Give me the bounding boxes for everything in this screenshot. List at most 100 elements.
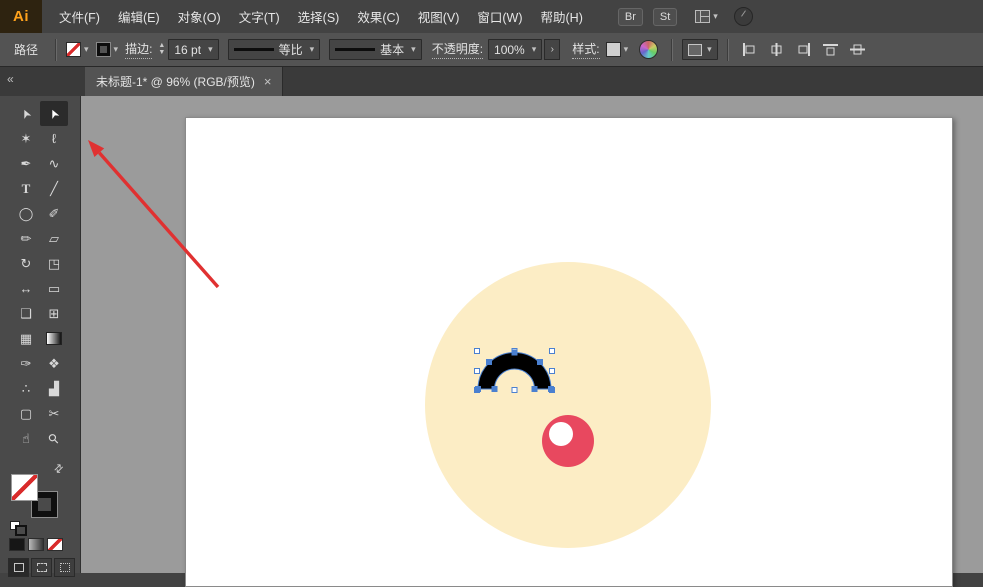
- chevron-down-icon: ▾: [114, 45, 119, 54]
- horizontal-align-right-icon[interactable]: [796, 43, 811, 56]
- chevron-down-icon: ▾: [713, 12, 718, 21]
- draw-inside-button[interactable]: [54, 558, 75, 577]
- none-button[interactable]: [47, 538, 63, 551]
- tool-ellipse[interactable]: ◯: [12, 201, 40, 226]
- menu-select[interactable]: 选择(S): [289, 7, 349, 26]
- document-tab[interactable]: 未标题-1* @ 96% (RGB/预览) ×: [85, 67, 283, 96]
- tool-shape-builder[interactable]: ❑: [12, 301, 40, 326]
- search-dial-icon[interactable]: [734, 7, 753, 26]
- artboard-tool-icon: ▢: [20, 406, 32, 422]
- tool-gradient[interactable]: [40, 326, 68, 351]
- eraser-tool-icon: ▱: [49, 231, 59, 247]
- menu-effect[interactable]: 效果(C): [348, 7, 408, 26]
- menu-file[interactable]: 文件(F): [50, 7, 109, 26]
- stroke-box-swatch-icon: [96, 42, 111, 57]
- brush-definition-dropdown[interactable]: 基本 ▾: [329, 39, 422, 60]
- tool-rotate[interactable]: ↻: [12, 251, 40, 276]
- menu-type[interactable]: 文字(T): [230, 7, 289, 26]
- tool-eyedropper[interactable]: ✑: [12, 351, 40, 376]
- tool-mesh[interactable]: ▦: [12, 326, 40, 351]
- stroke-weight-value: 16 pt: [174, 43, 201, 57]
- opacity-panel-link[interactable]: 不透明度:: [432, 40, 483, 59]
- document-tab-title: 未标题-1* @ 96% (RGB/预览): [96, 73, 255, 90]
- close-tab-icon[interactable]: ×: [264, 75, 272, 88]
- draw-normal-button[interactable]: [8, 558, 29, 577]
- color-button[interactable]: [9, 538, 25, 551]
- vertical-align-top-icon[interactable]: [823, 43, 838, 56]
- horizontal-align-left-icon[interactable]: [742, 43, 757, 56]
- tool-direct-selection[interactable]: ➤: [40, 101, 68, 126]
- menu-view[interactable]: 视图(V): [409, 7, 469, 26]
- menu-bar-items: 文件(F)编辑(E)对象(O)文字(T)选择(S)效果(C)视图(V)窗口(W)…: [50, 7, 592, 26]
- arrange-documents-icon: [695, 10, 710, 23]
- rotate-tool-icon: ↻: [21, 256, 32, 272]
- tool-blend[interactable]: ❖: [40, 351, 68, 376]
- tool-type[interactable]: T: [12, 176, 40, 201]
- align-to-dropdown[interactable]: ▾: [682, 39, 718, 60]
- color-mode-buttons: [9, 538, 63, 551]
- tool-eraser[interactable]: ▱: [40, 226, 68, 251]
- brush-preview-icon: [335, 48, 375, 51]
- tool-symbol-sprayer[interactable]: ∴: [12, 376, 40, 401]
- stock-button[interactable]: St: [653, 8, 677, 26]
- tool-perspective-grid[interactable]: ⊞: [40, 301, 68, 326]
- chevron-down-icon: ▾: [707, 45, 712, 54]
- menu-window[interactable]: 窗口(W): [468, 7, 531, 26]
- stroke-panel-link[interactable]: 描边:: [125, 40, 152, 59]
- style-dropdown[interactable]: ▾: [606, 42, 629, 57]
- tool-hand[interactable]: ☝: [12, 426, 40, 451]
- swap-fill-stroke-icon[interactable]: ⇄: [51, 461, 67, 477]
- horizontal-align-center-icon[interactable]: [769, 43, 784, 56]
- divider: [727, 39, 729, 61]
- control-bar: 路径 ▾ ▾ 描边: ▲ ▼ 16 pt ▾ 等比 ▾ 基本 ▾ 不透明度: 1…: [0, 33, 983, 67]
- width-profile-value: 等比: [279, 41, 303, 58]
- tool-scale[interactable]: ◳: [40, 251, 68, 276]
- menu-object[interactable]: 对象(O): [169, 7, 230, 26]
- stroke-weight-dropdown[interactable]: 16 pt ▾: [168, 39, 218, 60]
- menu-help[interactable]: 帮助(H): [532, 7, 592, 26]
- opacity-dropdown[interactable]: 100% ▾: [488, 39, 542, 60]
- zoom-tool-icon: ⚲: [45, 429, 63, 447]
- tool-selection[interactable]: ➤: [12, 101, 40, 126]
- width-profile-dropdown[interactable]: 等比 ▾: [228, 39, 321, 60]
- draw-behind-button[interactable]: [31, 558, 52, 577]
- default-fill-stroke-icon[interactable]: [10, 521, 24, 533]
- tool-artboard[interactable]: ▢: [12, 401, 40, 426]
- curvature-tool-icon: ∿: [49, 156, 60, 172]
- tool-curvature[interactable]: ∿: [40, 151, 68, 176]
- style-panel-link[interactable]: 样式:: [572, 40, 599, 59]
- fill-color-dropdown[interactable]: ▾: [66, 42, 89, 57]
- brush-definition-value: 基本: [380, 41, 404, 58]
- opacity-expand-button[interactable]: ›: [544, 39, 560, 60]
- symbol-sprayer-tool-icon: ∴: [22, 381, 30, 397]
- tool-slice[interactable]: ✂: [40, 401, 68, 426]
- tool-magic-wand[interactable]: ✶: [12, 126, 40, 151]
- chevron-down-icon: ▾: [624, 45, 629, 54]
- mesh-tool-icon: ▦: [20, 331, 32, 347]
- stroke-weight-stepper[interactable]: ▲ ▼: [158, 43, 165, 56]
- fill-color-swatch[interactable]: [11, 474, 38, 501]
- perspective-grid-tool-icon: ⊞: [49, 306, 60, 322]
- tool-paintbrush[interactable]: ✐: [40, 201, 68, 226]
- menu-edit[interactable]: 编辑(E): [109, 7, 169, 26]
- recolor-artwork-icon[interactable]: [639, 40, 658, 59]
- stepper-down-icon[interactable]: ▼: [158, 50, 165, 56]
- collapse-panel-icon[interactable]: «: [7, 72, 14, 86]
- bridge-button[interactable]: Br: [618, 8, 643, 26]
- tool-lasso[interactable]: ℓ: [40, 126, 68, 151]
- ellipse-tool-icon: ◯: [19, 206, 34, 222]
- line-segment-tool-icon: ╱: [50, 181, 58, 197]
- stroke-color-dropdown[interactable]: ▾: [96, 42, 119, 57]
- tool-width[interactable]: ↔: [12, 276, 40, 301]
- gradient-button[interactable]: [28, 538, 44, 551]
- tool-line-segment[interactable]: ╱: [40, 176, 68, 201]
- tool-zoom[interactable]: ⚲: [40, 426, 68, 451]
- tool-column-graph[interactable]: ▟: [40, 376, 68, 401]
- tool-pencil[interactable]: ✏: [12, 226, 40, 251]
- artboard[interactable]: [185, 117, 953, 587]
- drawing-mode-buttons: [8, 558, 75, 577]
- arrange-documents-dropdown[interactable]: ▾: [695, 10, 718, 23]
- vertical-align-center-icon[interactable]: [850, 43, 865, 56]
- tool-free-transform[interactable]: ▭: [40, 276, 68, 301]
- tool-pen[interactable]: ✒: [12, 151, 40, 176]
